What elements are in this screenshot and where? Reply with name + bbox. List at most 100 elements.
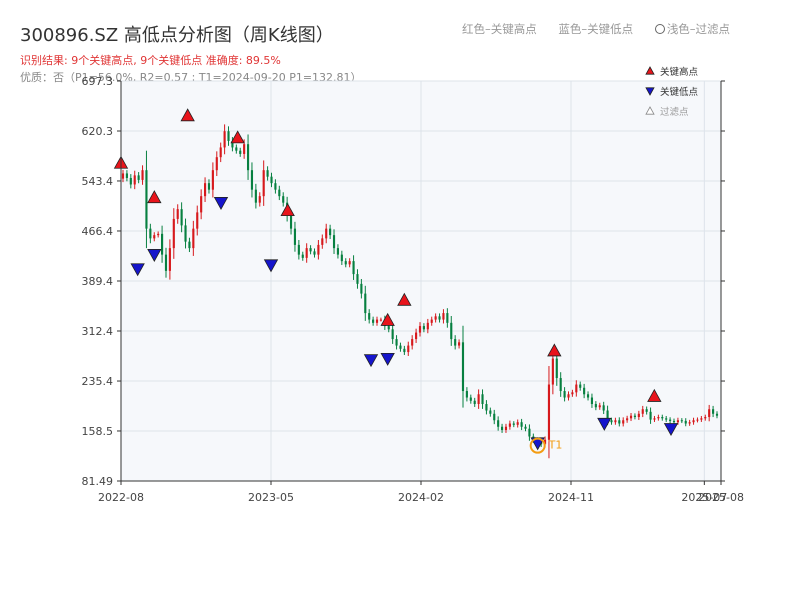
x-tick-label: 2024-11 xyxy=(548,491,594,504)
candle-body xyxy=(219,147,222,158)
candle-body xyxy=(465,391,468,398)
candle-body xyxy=(407,345,410,353)
candle-body xyxy=(493,413,496,421)
candle-body xyxy=(524,426,527,429)
candle-body xyxy=(645,409,648,412)
y-tick-label: 389.4 xyxy=(82,275,114,288)
kline-chart: 81.49 158.5 235.4 312.4 389.4 466.4 543.4 620.3… xyxy=(82,66,744,504)
candle-body xyxy=(266,170,269,177)
candle-body xyxy=(559,378,562,392)
candle-body xyxy=(528,428,531,437)
candle-body xyxy=(497,420,500,427)
candle-body xyxy=(563,391,566,398)
candle-body xyxy=(477,394,480,405)
candle-body xyxy=(610,420,613,423)
candle-body xyxy=(684,420,687,424)
candle-body xyxy=(489,410,492,414)
candle-body xyxy=(454,339,457,346)
candle-body xyxy=(567,394,570,398)
candle-body xyxy=(696,419,699,421)
candle-body xyxy=(481,394,484,405)
candle-body xyxy=(352,261,355,275)
candle-body xyxy=(161,233,164,255)
candle-body xyxy=(637,413,640,418)
candle-body xyxy=(434,316,437,320)
candle-body xyxy=(344,261,347,265)
candle-body xyxy=(149,228,152,239)
candle-body xyxy=(586,394,590,398)
candle-body xyxy=(145,170,148,229)
candle-body xyxy=(672,420,676,423)
candle-body xyxy=(153,235,156,239)
candle-body xyxy=(700,418,703,420)
legend-marker-icon xyxy=(645,66,655,75)
x-tick-label: 2022-08 xyxy=(98,491,144,504)
candle-body xyxy=(680,420,683,422)
candle-body xyxy=(665,418,668,420)
candle-body xyxy=(215,157,218,171)
candle-body xyxy=(262,170,265,197)
candle-body xyxy=(403,348,406,353)
candle-body xyxy=(418,326,422,333)
candle-body xyxy=(469,397,472,401)
candle-body xyxy=(258,196,261,203)
candle-body xyxy=(270,176,273,184)
candle-body xyxy=(336,248,340,255)
candle-body xyxy=(297,244,300,255)
candle-body xyxy=(368,313,371,320)
candle-body xyxy=(504,426,508,431)
candle-body xyxy=(340,254,343,262)
candle-body xyxy=(508,423,511,427)
candle-body xyxy=(254,189,257,203)
candle-body xyxy=(399,345,402,349)
x-tick-label: 2024-02 xyxy=(398,491,444,504)
candle-body xyxy=(676,420,679,423)
candle-body xyxy=(180,209,183,226)
y-tick-label: 697.3 xyxy=(82,75,114,88)
candle-body xyxy=(289,215,293,229)
y-tick-label: 81.49 xyxy=(82,475,114,488)
x-tick-label: 2025-08 xyxy=(698,491,744,504)
y-tick-label: 620.3 xyxy=(82,125,114,138)
candle-body xyxy=(653,418,656,420)
candle-body xyxy=(622,420,625,424)
candle-body xyxy=(203,183,207,197)
candle-body xyxy=(129,177,132,185)
candle-body xyxy=(395,339,398,346)
candle-body xyxy=(626,418,629,421)
candle-body xyxy=(485,404,488,411)
candle-body xyxy=(520,422,523,427)
candle-body xyxy=(594,404,597,408)
candle-body xyxy=(629,415,633,419)
legend-label: 关键高点 xyxy=(660,66,699,78)
candle-body xyxy=(168,248,171,271)
candle-body xyxy=(712,409,715,414)
candle-body xyxy=(301,254,304,258)
candle-body xyxy=(360,283,363,294)
candle-body xyxy=(375,319,379,323)
candle-body xyxy=(657,417,660,419)
candle-body xyxy=(411,339,414,346)
candle-body xyxy=(500,426,504,431)
candle-body xyxy=(415,332,418,340)
candle-body xyxy=(633,415,637,418)
candle-body xyxy=(661,417,664,419)
candle-body xyxy=(391,329,394,340)
legend-label: 关键低点 xyxy=(660,86,699,98)
candle-body xyxy=(200,196,203,213)
candle-body xyxy=(157,233,160,236)
candle-body xyxy=(313,251,316,255)
candle-body xyxy=(579,384,582,388)
candle-body xyxy=(583,387,586,395)
candle-body xyxy=(575,384,578,393)
candle-body xyxy=(137,175,140,180)
candle-body xyxy=(555,358,558,379)
candle-body xyxy=(239,150,242,154)
candle-body xyxy=(708,409,711,418)
candle-body xyxy=(372,319,375,323)
candle-body xyxy=(438,316,441,320)
candle-body xyxy=(309,248,312,252)
candle-body xyxy=(618,420,621,424)
y-tick-label: 158.5 xyxy=(82,425,114,438)
candle-body xyxy=(547,384,551,440)
